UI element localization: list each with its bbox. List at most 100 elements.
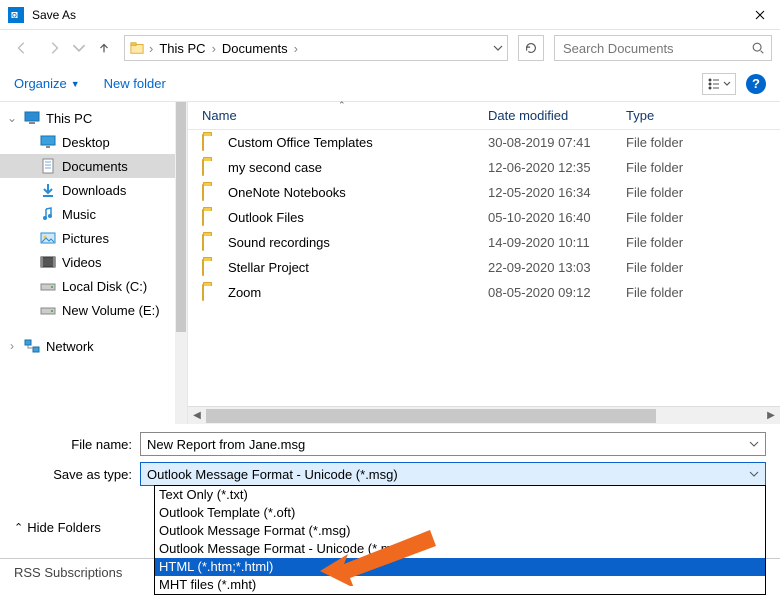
recent-dropdown[interactable] <box>72 34 86 62</box>
chevron-down-icon[interactable] <box>749 439 759 449</box>
type-value: Outlook Message Format - Unicode (*.msg) <box>147 467 398 482</box>
file-list: ⌃ Name Date modified Type Custom Office … <box>188 102 780 424</box>
network-icon <box>24 338 40 354</box>
tree-local-disk[interactable]: Local Disk (C:) <box>0 274 175 298</box>
file-name: OneNote Notebooks <box>228 185 488 200</box>
table-row[interactable]: Zoom 08-05-2020 09:12 File folder <box>188 280 780 305</box>
filename-value: New Report from Jane.msg <box>147 437 305 452</box>
type-dropdown-list[interactable]: Text Only (*.txt)Outlook Template (*.oft… <box>154 485 766 595</box>
type-option[interactable]: Outlook Message Format - Unicode (*.msg) <box>155 540 765 558</box>
scroll-right-icon[interactable]: ▶ <box>762 407 780 425</box>
chevron-down-icon: ▼ <box>71 79 80 89</box>
search-input[interactable] <box>561 40 751 57</box>
breadcrumb-folder[interactable]: Documents <box>218 36 292 60</box>
view-options-button[interactable] <box>702 73 736 95</box>
table-row[interactable]: Sound recordings 14-09-2020 10:11 File f… <box>188 230 780 255</box>
tree-videos[interactable]: Videos <box>0 250 175 274</box>
type-option[interactable]: Text Only (*.txt) <box>155 486 765 504</box>
music-icon <box>40 206 56 222</box>
back-button[interactable] <box>8 34 36 62</box>
refresh-button[interactable] <box>518 35 544 61</box>
window-title: Save As <box>32 8 740 22</box>
tree-scrollbar[interactable] <box>175 102 187 424</box>
collapse-icon[interactable]: ⌄ <box>6 111 18 125</box>
file-type: File folder <box>626 160 780 175</box>
file-type: File folder <box>626 210 780 225</box>
folder-icon <box>202 260 220 276</box>
type-option[interactable]: Outlook Message Format (*.msg) <box>155 522 765 540</box>
file-name: Zoom <box>228 285 488 300</box>
tree-label: Documents <box>62 159 128 174</box>
address-bar[interactable]: › This PC › Documents › <box>124 35 508 61</box>
column-headers[interactable]: ⌃ Name Date modified Type <box>188 102 780 130</box>
breadcrumb-root[interactable]: This PC <box>155 36 209 60</box>
expand-icon[interactable]: › <box>6 339 18 353</box>
tree-desktop[interactable]: Desktop <box>0 130 175 154</box>
help-button[interactable]: ? <box>746 74 766 94</box>
type-option[interactable]: HTML (*.htm;*.html) <box>155 558 765 576</box>
hide-folders-label: Hide Folders <box>27 520 101 535</box>
scroll-left-icon[interactable]: ◀ <box>188 407 206 425</box>
col-date[interactable]: Date modified <box>488 108 626 123</box>
new-folder-label: New folder <box>104 76 166 91</box>
save-as-type-select[interactable]: Outlook Message Format - Unicode (*.msg) <box>140 462 766 486</box>
file-name: my second case <box>228 160 488 175</box>
file-type: File folder <box>626 135 780 150</box>
chevron-right-icon[interactable]: › <box>147 41 155 56</box>
file-date: 12-06-2020 12:35 <box>488 160 626 175</box>
table-row[interactable]: my second case 12-06-2020 12:35 File fol… <box>188 155 780 180</box>
tree-label: Downloads <box>62 183 126 198</box>
col-type[interactable]: Type <box>626 108 780 123</box>
tree-documents[interactable]: Documents <box>0 154 175 178</box>
up-button[interactable] <box>90 34 118 62</box>
tree-music[interactable]: Music <box>0 202 175 226</box>
filename-label: File name: <box>14 437 140 452</box>
new-folder-button[interactable]: New folder <box>104 76 166 91</box>
tree-new-volume[interactable]: New Volume (E:) <box>0 298 175 322</box>
chevron-right-icon[interactable]: › <box>210 41 218 56</box>
hide-folders-button[interactable]: ⌃ Hide Folders <box>14 520 101 535</box>
tree-label: Pictures <box>62 231 109 246</box>
tree-label: Music <box>62 207 96 222</box>
tree-downloads[interactable]: Downloads <box>0 178 175 202</box>
organize-menu[interactable]: Organize ▼ <box>14 76 80 91</box>
file-type: File folder <box>626 285 780 300</box>
main-area: ⌄ This PC Desktop Documents Downloads Mu… <box>0 102 780 424</box>
type-option[interactable]: MHT files (*.mht) <box>155 576 765 594</box>
outlook-icon: O <box>8 7 24 23</box>
folder-icon <box>202 185 220 201</box>
file-date: 05-10-2020 16:40 <box>488 210 626 225</box>
table-row[interactable]: Custom Office Templates 30-08-2019 07:41… <box>188 130 780 155</box>
search-box[interactable] <box>554 35 772 61</box>
close-button[interactable] <box>740 0 780 30</box>
tree-network[interactable]: › Network <box>0 334 175 358</box>
nav-tree[interactable]: ⌄ This PC Desktop Documents Downloads Mu… <box>0 102 175 424</box>
table-row[interactable]: Stellar Project 22-09-2020 13:03 File fo… <box>188 255 780 280</box>
toolbar: Organize ▼ New folder ? <box>0 66 780 102</box>
file-name: Custom Office Templates <box>228 135 488 150</box>
tree-label: This PC <box>46 111 92 126</box>
background-text: RSS Subscriptions <box>14 565 122 580</box>
tree-pictures[interactable]: Pictures <box>0 226 175 250</box>
table-row[interactable]: OneNote Notebooks 12-05-2020 16:34 File … <box>188 180 780 205</box>
search-icon <box>751 41 765 55</box>
forward-button[interactable] <box>40 34 68 62</box>
folder-icon <box>202 135 220 151</box>
type-option[interactable]: Outlook Template (*.oft) <box>155 504 765 522</box>
table-row[interactable]: Outlook Files 05-10-2020 16:40 File fold… <box>188 205 780 230</box>
tree-label: Network <box>46 339 94 354</box>
folder-icon <box>202 235 220 251</box>
tree-this-pc[interactable]: ⌄ This PC <box>0 106 175 130</box>
horizontal-scrollbar[interactable]: ◀ ▶ <box>188 406 780 424</box>
organize-label: Organize <box>14 76 67 91</box>
filename-input[interactable]: New Report from Jane.msg <box>140 432 766 456</box>
chevron-right-icon[interactable]: › <box>292 41 300 56</box>
chevron-down-icon[interactable] <box>493 43 503 53</box>
file-date: 12-05-2020 16:34 <box>488 185 626 200</box>
sort-indicator-icon: ⌃ <box>338 100 346 111</box>
title-bar: O Save As <box>0 0 780 30</box>
file-type: File folder <box>626 260 780 275</box>
tree-label: Videos <box>62 255 102 270</box>
type-label: Save as type: <box>14 467 140 482</box>
chevron-down-icon[interactable] <box>749 469 759 479</box>
